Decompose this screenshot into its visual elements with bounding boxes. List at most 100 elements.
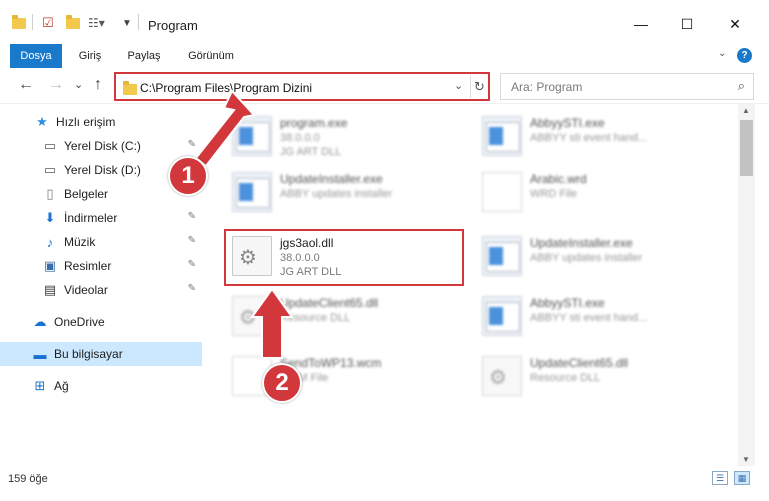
file-detail: WRD File (530, 188, 578, 200)
sidebar-item-quick-access[interactable]: ★ Hızlı erişim (0, 110, 202, 134)
sidebar-item-this-pc[interactable]: ▬ Bu bilgisayar (0, 342, 202, 366)
dll-icon (482, 356, 522, 396)
file-detail: Resource DLL (530, 372, 601, 384)
cloud-icon: ☁ (33, 314, 47, 329)
drive-icon: ▭ (43, 162, 57, 177)
executable-icon (232, 172, 272, 212)
tab-dosya[interactable]: Dosya (10, 44, 62, 68)
sidebar-item-music[interactable]: ♪ Müzik ✎ (0, 230, 202, 254)
minimize-button[interactable]: — (618, 10, 664, 38)
large-icons-view-icon[interactable]: ▦ (734, 471, 750, 485)
status-bar: 159 öğe ☰ ▦ (0, 466, 769, 501)
video-icon: ▤ (43, 282, 57, 297)
drive-icon: ▭ (43, 138, 57, 153)
customize-toolbar-icon[interactable]: ☷▾ (88, 14, 105, 32)
sidebar-item-label: Yerel Disk (C:) (64, 139, 141, 153)
tab-paylas[interactable]: Paylaş (122, 44, 166, 68)
up-button[interactable]: ↑ (94, 76, 102, 94)
file-item[interactable]: UpdateClient65.dll Resource DLL (228, 290, 478, 344)
file-detail: ABBYY sti event hand... (530, 312, 648, 324)
file-item[interactable]: AbbyySTI.exe ABBYY sti event hand... (478, 110, 728, 164)
sidebar-item-label: İndirmeler (64, 211, 118, 225)
navigation-bar: ← → ⌄ ↑ C:\Program Files\Program Dizini … (0, 68, 769, 104)
search-box[interactable]: ⌕ (500, 73, 754, 100)
file-name: AbbyySTI.exe (530, 296, 605, 310)
tab-gorunum[interactable]: Görünüm (180, 44, 242, 68)
file-detail: JG ART DLL (280, 146, 342, 158)
pin-icon[interactable]: ✎ (188, 259, 196, 270)
computer-icon: ▬ (33, 346, 47, 362)
file-detail: ABBY updates installer (530, 252, 643, 264)
scroll-up-icon[interactable]: ▲ (742, 106, 750, 115)
scroll-down-icon[interactable]: ▼ (742, 455, 750, 464)
file-item[interactable]: UpdateClient65.dll Resource DLL (478, 350, 728, 404)
tab-giris[interactable]: Giriş (70, 44, 110, 68)
folder-icon (123, 81, 137, 95)
scrollbar-thumb[interactable] (740, 120, 753, 176)
sidebar-item-disk-c[interactable]: ▭ Yerel Disk (C:) ✎ (0, 134, 202, 158)
file-detail: ABBYY sti event hand... (530, 132, 648, 144)
sidebar-item-downloads[interactable]: ⬇ İndirmeler ✎ (0, 206, 202, 230)
executable-icon (482, 296, 522, 336)
new-folder-icon[interactable] (66, 14, 80, 32)
sidebar-item-label: Belgeler (64, 187, 109, 201)
sidebar-item-onedrive[interactable]: ☁ OneDrive (0, 310, 202, 334)
navigation-pane: ★ Hızlı erişim ▭ Yerel Disk (C:) ✎ ▭ Yer… (0, 104, 206, 466)
file-name: UpdateInstaller.exe (280, 172, 383, 186)
pin-icon[interactable]: ✎ (188, 211, 196, 222)
file-name: UpdateClient65.dll (530, 356, 629, 370)
quick-access-dropdown-icon[interactable]: ▼ (122, 14, 132, 32)
file-item[interactable]: AbbyySTI.exe ABBYY sti event hand... (478, 290, 728, 344)
back-button[interactable]: ← (18, 76, 34, 94)
toolbar-divider (32, 14, 33, 30)
chevron-down-icon[interactable]: ⌄ (454, 79, 463, 92)
sidebar-item-label: Resimler (64, 259, 112, 273)
pin-icon[interactable]: ✎ (188, 235, 196, 246)
sidebar-item-pictures[interactable]: ▣ Resimler ✎ (0, 254, 202, 278)
step-badge-1: 1 (168, 156, 208, 196)
file-item[interactable]: UpdateInstaller.exe ABBY updates install… (478, 230, 728, 284)
star-icon: ★ (36, 114, 48, 129)
sidebar-item-label: Müzik (64, 235, 96, 249)
file-name: Arabic.wrd (530, 172, 587, 186)
forward-button[interactable]: → (48, 76, 64, 94)
pictures-icon: ▣ (43, 258, 57, 273)
maximize-button[interactable]: ☐ (664, 10, 710, 38)
file-name: program.exe (280, 116, 348, 130)
file-item[interactable]: program.exe 38.0.0.0 JG ART DLL (228, 110, 478, 164)
close-button[interactable]: ✕ (712, 10, 758, 38)
file-detail: ABBY updates installer (280, 188, 393, 200)
address-bar[interactable]: C:\Program Files\Program Dizini ⌄ ↻ (114, 72, 490, 101)
toolbar-divider (138, 14, 139, 30)
executable-icon (482, 116, 522, 156)
window-title: Program (148, 18, 198, 33)
executable-icon (482, 236, 522, 276)
pin-icon[interactable]: ✎ (188, 283, 196, 294)
search-icon[interactable]: ⌕ (738, 78, 745, 94)
sidebar-item-label: Yerel Disk (D:) (64, 163, 141, 177)
file-item[interactable]: UpdateInstaller.exe ABBY updates install… (228, 166, 478, 220)
file-name: UpdateClient65.dll (280, 296, 379, 310)
file-name: UpdateInstaller.exe (530, 236, 633, 250)
dll-icon (232, 296, 272, 336)
executable-icon (232, 116, 272, 156)
file-name: AbbyySTI.exe (530, 116, 605, 130)
music-icon: ♪ (46, 234, 54, 250)
help-icon[interactable]: ? (737, 48, 752, 63)
address-path[interactable]: C:\Program Files\Program Dizini (140, 81, 312, 95)
ribbon: Dosya Giriş Paylaş Görünüm ⌄ ? (0, 44, 769, 68)
file-item[interactable]: Arabic.wrd WRD File (478, 166, 728, 220)
sidebar-item-network[interactable]: ⊞ Ağ (0, 374, 202, 398)
pin-icon[interactable]: ✎ (188, 139, 196, 150)
download-icon: ⬇ (44, 210, 56, 225)
details-view-icon[interactable]: ☰ (712, 471, 728, 485)
properties-icon[interactable]: ☑ (42, 14, 54, 32)
file-detail: Resource DLL (280, 312, 351, 324)
network-icon: ⊞ (34, 378, 46, 393)
refresh-icon[interactable]: ↻ (470, 75, 488, 98)
sidebar-item-videos[interactable]: ▤ Videolar ✎ (0, 278, 202, 302)
expand-ribbon-icon[interactable]: ⌄ (718, 48, 726, 59)
vertical-scrollbar[interactable]: ▲ ▼ (738, 104, 755, 466)
search-input[interactable] (501, 74, 726, 99)
recent-locations-button[interactable]: ⌄ (74, 78, 83, 91)
